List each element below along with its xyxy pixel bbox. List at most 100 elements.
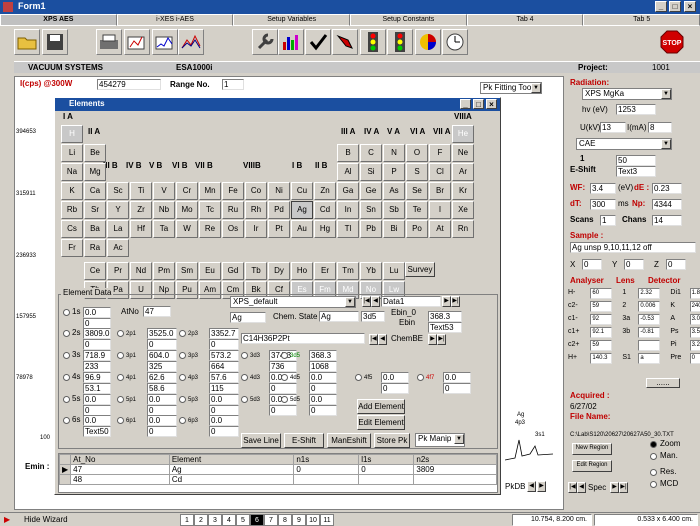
y-field[interactable]: 0 [624,259,644,270]
element-be[interactable]: Be [84,144,106,162]
orbital-sub[interactable]: 58.6 [147,383,177,394]
orbital-sub[interactable]: 0 [83,339,111,350]
orbital-value[interactable]: 3352.7 [209,328,239,339]
element-n[interactable]: N [383,144,405,162]
element-pd[interactable]: Pd [268,201,290,219]
element-ra[interactable]: Ra [84,239,106,257]
orbital-value[interactable]: 368.3 [309,350,337,361]
element-ti[interactable]: Ti [130,182,152,200]
orbital-sub[interactable]: 0 [147,426,177,437]
element-se[interactable]: Se [406,182,428,200]
element-la[interactable]: La [107,220,129,238]
symbol-field[interactable]: Ag [230,312,266,323]
u-field[interactable]: 13 [600,122,626,133]
orbital-value[interactable]: 0.0 [443,372,471,383]
typewriter-icon[interactable] [96,29,122,55]
scans-field[interactable]: 1 [600,215,616,226]
table-cell[interactable]: 47 [70,464,170,475]
orbital-sub[interactable]: 0 [381,383,409,394]
element-nb[interactable]: Nb [153,201,175,219]
analyser-param-value[interactable]: 59 [590,301,612,312]
element-sr[interactable]: Sr [84,201,106,219]
lasso-icon[interactable] [332,29,358,55]
next-record-button[interactable]: ▶ [442,296,451,307]
column-header[interactable]: n1s [293,454,360,465]
element-te[interactable]: Te [406,201,428,219]
checkmark-icon[interactable] [305,29,331,55]
page-tab[interactable]: 10 [306,514,320,526]
analyser-param-value[interactable]: 240 [689,301,700,312]
orbital-sub[interactable]: 0 [147,339,177,350]
analyser-param-value[interactable]: 60 [590,288,612,299]
element-ca[interactable]: Ca [84,182,106,200]
analyser-param-value[interactable]: 1.8230 [689,288,700,299]
table-cell[interactable] [293,474,360,485]
analyser-param-value[interactable]: 59 [590,340,612,351]
orbital-radio[interactable] [281,396,288,403]
hv-field[interactable]: 1253 [616,104,656,115]
element-hg[interactable]: Hg [314,220,336,238]
orbital-radio[interactable] [63,330,70,337]
x-field[interactable]: 0 [582,259,602,270]
mcd-radio[interactable] [650,481,657,488]
element-cs[interactable]: Cs [61,220,83,238]
table-cell[interactable]: 0 [293,464,360,475]
close-button[interactable]: × [684,1,696,12]
element-ce[interactable]: Ce [84,262,106,280]
dots-button[interactable]: ...... [646,378,680,388]
orbital-radio[interactable] [63,352,70,359]
orbital-radio[interactable] [179,396,186,403]
orbital-sub[interactable]: Text50 [83,426,111,437]
next-button[interactable]: ▶ [537,481,546,492]
element-pt[interactable]: Pt [268,220,290,238]
analyser-param-value[interactable]: -0.81 [638,327,660,338]
text3-field[interactable]: Text3 [616,166,656,177]
element-br[interactable]: Br [429,182,451,200]
element-mo[interactable]: Mo [176,201,198,219]
element-sb[interactable]: Sb [383,201,405,219]
element-pr[interactable]: Pr [107,262,129,280]
orbital-radio[interactable] [117,352,124,359]
element-nd[interactable]: Nd [130,262,152,280]
element-in[interactable]: In [337,201,359,219]
analyser-param-value[interactable] [638,340,660,351]
next-button[interactable]: ▶ [610,482,619,493]
element-os[interactable]: Os [222,220,244,238]
element-fe[interactable]: Fe [222,182,244,200]
analyser-mode-select[interactable]: CAE ▼ [576,138,672,150]
element-tb[interactable]: Tb [245,262,267,280]
element-mn[interactable]: Mn [199,182,221,200]
analyser-param-value[interactable]: 92.1 [590,327,612,338]
chans-field[interactable]: 14 [652,215,682,226]
tab-setup-constants[interactable]: Setup Constants [350,14,467,26]
page-tab[interactable]: 5 [236,514,250,526]
wrench-icon[interactable] [252,29,278,55]
clock-icon[interactable] [442,29,468,55]
orbital-value[interactable]: 0.0 [381,372,409,383]
manshift-button[interactable]: ManEshift [327,433,371,448]
orbital-radio[interactable] [281,352,288,359]
orbital-value[interactable]: 0.0 [83,394,111,405]
traffic-light-icon[interactable] [360,29,386,55]
save-disk-icon[interactable] [42,29,68,55]
element-ac[interactable]: Ac [107,239,129,257]
orbital-sub[interactable]: 0 [443,383,471,394]
i-field[interactable]: 8 [648,122,672,133]
element-table[interactable]: At_No Element n1s l1s n2s ▶ 47 Ag 0 0 3809 48 Cd [58,453,498,493]
element-cu[interactable]: Cu [291,182,313,200]
last-record-button[interactable]: ▶| [451,296,460,307]
survey-button[interactable]: Survey [405,262,435,277]
hide-wizard-link[interactable]: Hide Wizard [24,515,68,525]
radiation-select[interactable]: XPS MgKa ▼ [582,88,672,100]
page-tab[interactable]: 2 [194,514,208,526]
element-ar[interactable]: Ar [452,163,474,181]
orbital-value[interactable]: 96.9 [83,372,111,383]
orbital-radio[interactable] [63,396,70,403]
orbital-value[interactable]: 604.0 [147,350,177,361]
element-rb[interactable]: Rb [61,201,83,219]
element-v[interactable]: V [153,182,175,200]
element-fr[interactable]: Fr [61,239,83,257]
element-ta[interactable]: Ta [153,220,175,238]
element-na[interactable]: Na [61,163,83,181]
chembe-first-button[interactable]: |◀ [369,334,378,345]
